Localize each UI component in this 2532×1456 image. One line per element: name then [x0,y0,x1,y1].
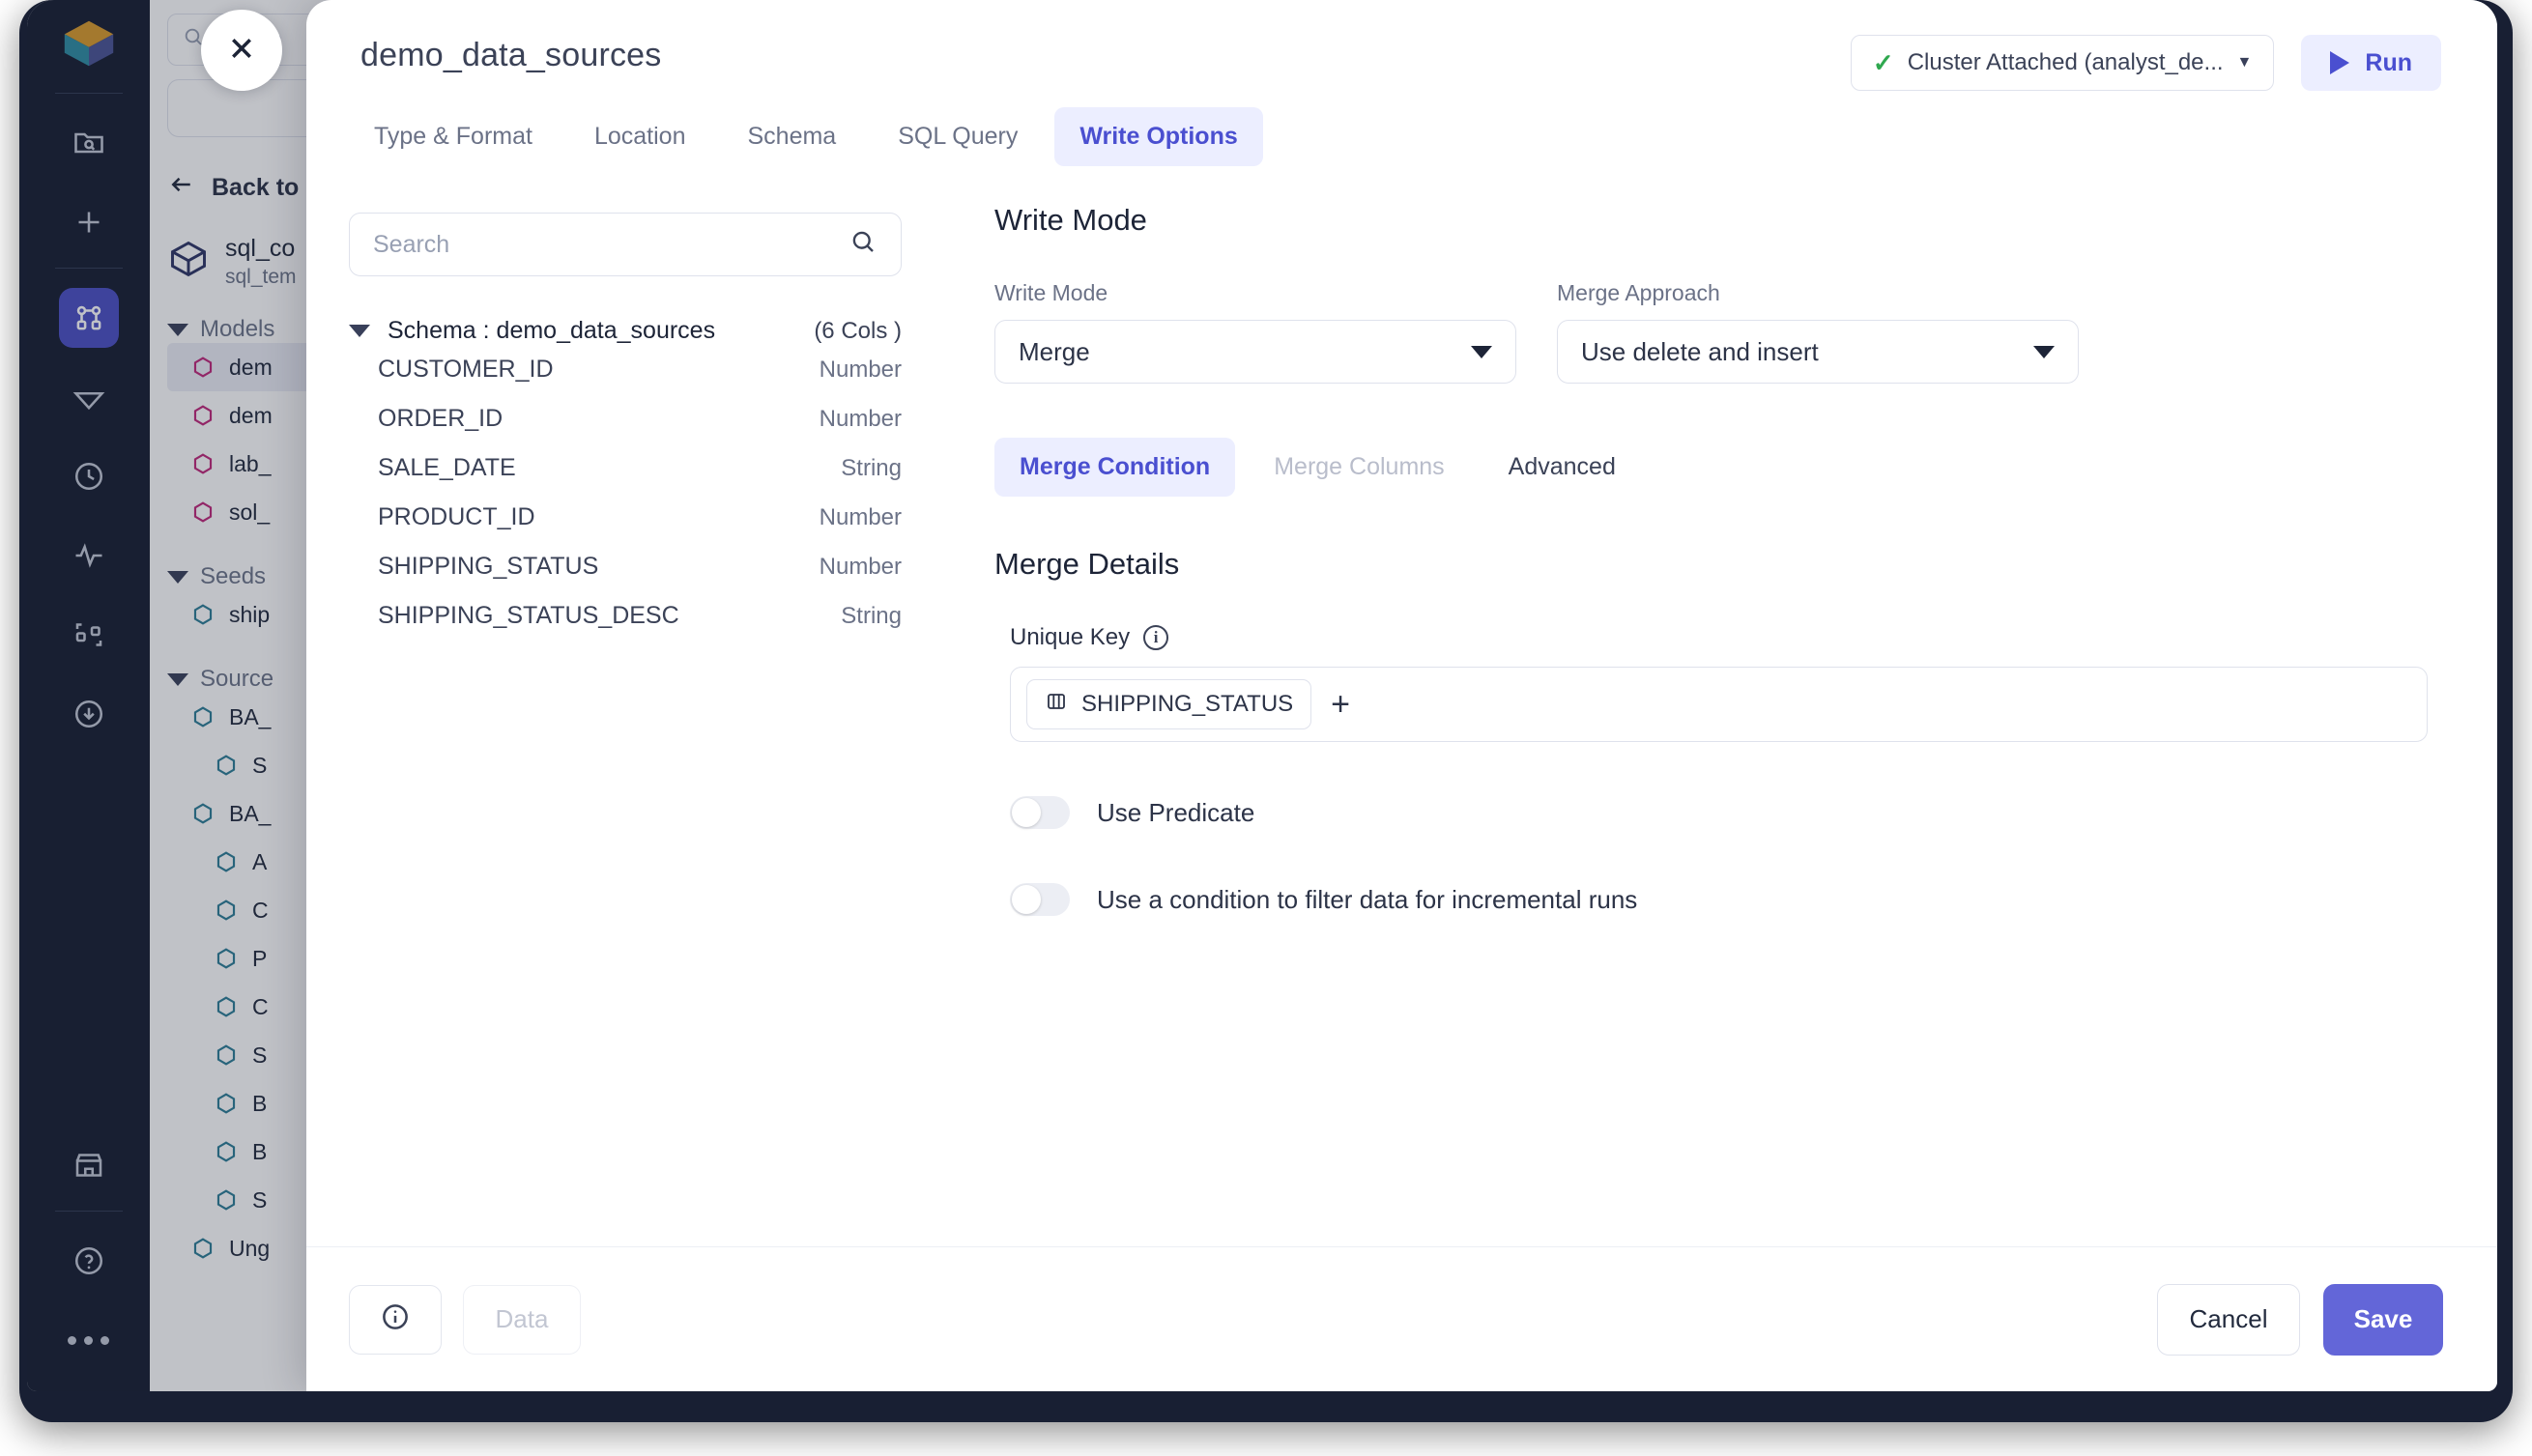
toggle-knob [1012,798,1041,827]
schema-column-row[interactable]: SALE_DATE String [349,443,902,493]
screen: Search Proje Back to sql_ [0,0,2532,1456]
column-name: ORDER_ID [378,405,504,432]
add-unique-key-button[interactable]: + [1331,688,1350,721]
cluster-label: Cluster Attached (analyst_de... [1907,49,2224,75]
column-name: SHIPPING_STATUS [378,553,599,580]
schema-column-row[interactable]: CUSTOMER_ID Number [349,345,902,394]
write-mode-fields: Write Mode Merge Merge Approach Use dele… [994,280,2428,384]
schema-column-row[interactable]: SHIPPING_STATUS Number [349,542,902,591]
column-type: String [841,454,902,481]
cancel-button[interactable]: Cancel [2157,1283,2300,1356]
merge-details-title: Merge Details [994,547,1180,581]
column-name: SHIPPING_STATUS_DESC [378,602,679,629]
incremental-filter-toggle[interactable] [1010,883,1070,916]
merge-approach-select[interactable]: Use delete and insert [1557,320,2079,384]
tab-sql-query[interactable]: SQL Query [873,107,1043,166]
incremental-filter-label: Use a condition to filter data for incre… [1097,884,1638,914]
close-icon [223,30,260,71]
column-name: CUSTOMER_ID [378,356,554,383]
unique-key-input[interactable]: SHIPPING_STATUS + [1010,667,2428,742]
toggle-knob [1012,885,1041,914]
column-type: Number [819,405,902,432]
modal-body: Search Schema : demo_data_sources (6 Col… [306,166,2497,1246]
schema-label: Schema : demo_data_sources [388,317,716,344]
columns-icon [1045,690,1068,720]
write-mode-label: Write Mode [994,280,1108,305]
run-button-label: Run [2365,48,2412,76]
close-modal-button[interactable] [201,10,282,91]
column-type: Number [819,503,902,530]
info-button[interactable] [349,1284,442,1355]
chevron-down-icon [1471,345,1492,358]
schema-column-row[interactable]: ORDER_ID Number [349,394,902,443]
unique-key-section: Unique Key i SHIPPING_STATUS + [994,624,2428,742]
merge-approach-value: Use delete and insert [1581,336,1819,366]
search-icon [849,227,878,263]
tab-location[interactable]: Location [569,107,711,166]
write-mode-section-title: Write Mode [994,203,1147,237]
use-predicate-row: Use Predicate [994,796,2428,829]
schema-panel: Search Schema : demo_data_sources (6 Col… [306,195,944,1246]
cluster-selector[interactable]: ✓ Cluster Attached (analyst_de... ▼ [1850,35,2275,91]
schema-root-row[interactable]: Schema : demo_data_sources (6 Cols ) [349,317,902,345]
write-options-modal: demo_data_sources ✓ Cluster Attached (an… [306,0,2497,1391]
unique-key-chip[interactable]: SHIPPING_STATUS [1026,679,1312,729]
save-button[interactable]: Save [2323,1283,2443,1356]
tab-write-options[interactable]: Write Options [1054,107,1263,166]
subtab-merge-columns: Merge Columns [1274,453,1445,480]
merge-approach-field: Merge Approach Use delete and insert [1557,280,2079,384]
tab-schema[interactable]: Schema [722,107,861,166]
use-predicate-label: Use Predicate [1097,797,1255,827]
unique-key-label: Unique Key [1010,624,1131,650]
modal-footer: Data Cancel Save [306,1246,2497,1391]
tab-type-format[interactable]: Type & Format [349,107,558,166]
write-mode-select[interactable]: Merge [994,320,1516,384]
use-predicate-toggle[interactable] [1010,796,1070,829]
subtab-merge-condition[interactable]: Merge Condition [994,438,1236,497]
info-icon[interactable]: i [1143,625,1169,650]
footer-right-actions: Cancel Save [2157,1283,2443,1356]
modal-header: demo_data_sources ✓ Cluster Attached (an… [306,0,2497,91]
unique-key-chip-label: SHIPPING_STATUS [1081,691,1294,717]
chevron-down-icon [349,325,370,337]
chevron-down-icon [2033,345,2055,358]
column-name: PRODUCT_ID [378,503,535,530]
footer-left-actions: Data [349,1284,581,1355]
subtab-advanced[interactable]: Advanced [1483,438,1641,497]
column-type: Number [819,356,902,383]
write-options-panel: Write Mode Write Mode Merge Merge Approa… [944,195,2497,1246]
play-icon [2330,51,2350,74]
schema-column-row[interactable]: PRODUCT_ID Number [349,493,902,542]
column-name: SALE_DATE [378,454,516,481]
column-type: Number [819,553,902,580]
incremental-filter-row: Use a condition to filter data for incre… [994,883,2428,916]
column-type: String [841,602,902,629]
app-window-frame: Search Proje Back to sql_ [19,0,2513,1422]
schema-search-input[interactable]: Search [349,213,902,276]
unique-key-label-row: Unique Key i [1010,624,2428,651]
chevron-down-icon: ▼ [2236,54,2253,71]
check-icon: ✓ [1872,47,1894,77]
merge-subtabs: Merge Condition Merge Columns Advanced [994,438,2428,497]
write-mode-value: Merge [1019,336,1090,366]
schema-search-placeholder: Search [373,230,450,258]
data-button: Data [463,1284,581,1355]
info-circle-icon [379,1300,412,1338]
run-button[interactable]: Run [2301,35,2441,91]
write-mode-field: Write Mode Merge [994,280,1516,384]
schema-column-row[interactable]: SHIPPING_STATUS_DESC String [349,591,902,641]
app-window: Search Proje Back to sql_ [27,0,2497,1391]
schema-cols-count: (6 Cols ) [814,317,902,344]
modal-header-actions: ✓ Cluster Attached (analyst_de... ▼ Run [1850,35,2441,91]
merge-approach-label: Merge Approach [1557,280,1720,305]
